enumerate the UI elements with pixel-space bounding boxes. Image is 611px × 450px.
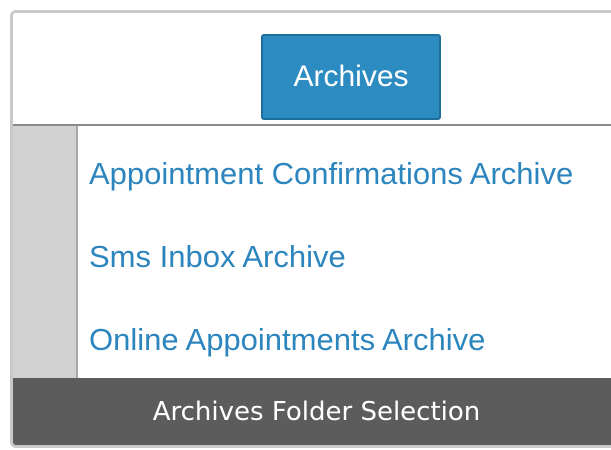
left-gutter	[13, 126, 78, 384]
list-item-sms-inbox-archive[interactable]: Sms Inbox Archive	[89, 239, 346, 275]
archives-list: Appointment Confirmations Archive Sms In…	[78, 126, 611, 384]
archives-panel: Archives Appointment Confirmations Archi…	[10, 10, 611, 448]
tab-bar: Archives	[13, 13, 611, 124]
list-item-online-appointments-archive[interactable]: Online Appointments Archive	[89, 322, 485, 358]
footer-bar: Archives Folder Selection	[13, 378, 611, 445]
tab-archives[interactable]: Archives	[261, 34, 441, 120]
list-item-appointment-confirmations-archive[interactable]: Appointment Confirmations Archive	[89, 156, 573, 192]
archives-content: Appointment Confirmations Archive Sms In…	[13, 126, 611, 384]
footer-title: Archives Folder Selection	[152, 396, 481, 427]
